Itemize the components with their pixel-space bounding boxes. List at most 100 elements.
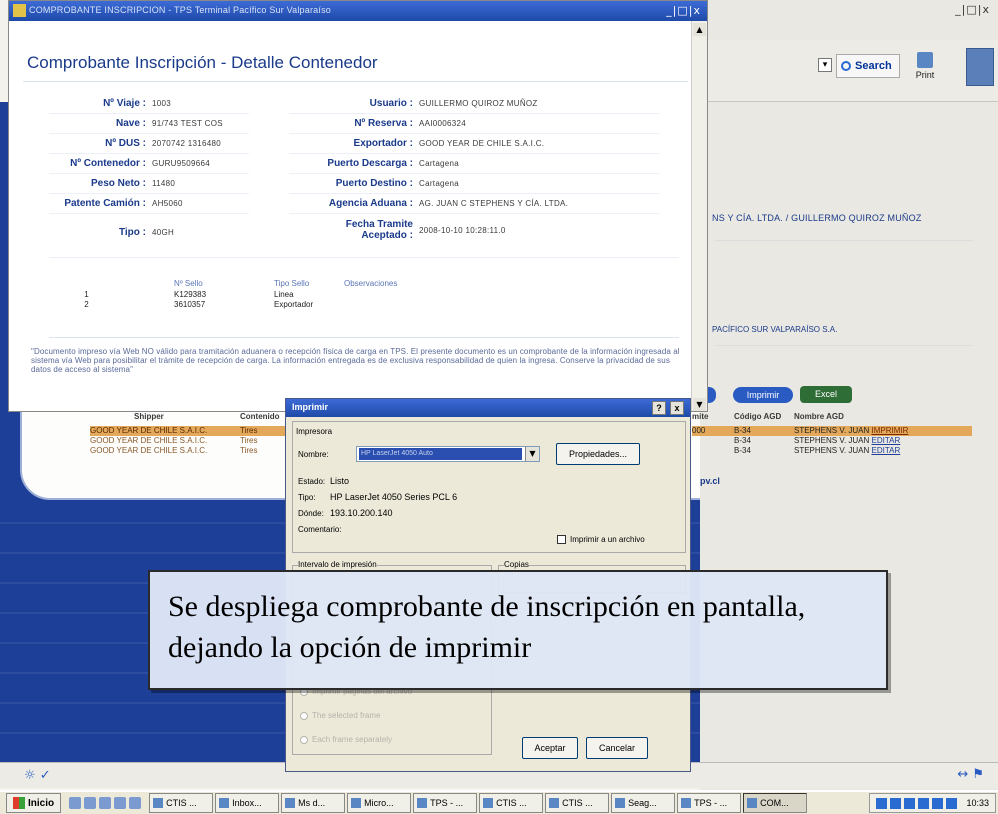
table-cell: STEPHENS V. JUAN EDITAR [794, 436, 972, 446]
table-row[interactable]: GOOD YEAR DE CHILE S.A.I.C. Tires [90, 436, 290, 446]
print-to-file-checkbox[interactable] [557, 535, 566, 544]
accept-button[interactable]: Aceptar [522, 737, 578, 759]
help-button[interactable]: ? [652, 401, 666, 415]
cancel-button[interactable]: Cancelar [586, 737, 648, 759]
taskbar-item[interactable]: CTIS ... [545, 793, 610, 813]
taskbar-item[interactable]: TPS - ... [413, 793, 478, 813]
taskbar-item[interactable]: Ms d... [281, 793, 346, 813]
group-label: Intervalo de impresión [298, 560, 377, 569]
field-label: Exportador : [353, 138, 413, 149]
taskbar-item[interactable]: CTIS ... [479, 793, 544, 813]
app-icon [483, 798, 494, 808]
taskbar-item[interactable]: Micro... [347, 793, 412, 813]
app-icon [615, 798, 626, 808]
taskbar-item[interactable]: CTIS ... [149, 793, 214, 813]
app-icon [153, 798, 164, 808]
field-usuario: Usuario : GUILLERMO QUIROZ MUÑOZ [269, 98, 538, 109]
tray-icon[interactable] [918, 797, 930, 809]
table-cell [692, 436, 734, 446]
field-contenedor: Nº Contenedor : GURU9509664 [9, 158, 210, 169]
tray-icon[interactable] [904, 797, 916, 809]
shipments-table-right: mite Código AGD Nombre AGD 000 B-34 STEP… [692, 412, 972, 456]
status-value: Listo [330, 476, 350, 486]
seal-notes [344, 300, 464, 310]
column-header: Tipo Sello [274, 279, 310, 288]
taskbar-item[interactable]: TPS - ... [677, 793, 742, 813]
field-value: Cartagena [419, 179, 460, 188]
group-label: Copias [504, 560, 529, 569]
field-value: AG. JUAN C STEPHENS Y CÍA. LTDA. [419, 199, 569, 208]
address-dropdown-icon[interactable]: ▾ [818, 58, 832, 72]
dialog-titlebar[interactable]: Imprimir ? x [286, 399, 690, 417]
column-header: Shipper [134, 412, 164, 421]
table-header: Nº Sello Tipo Sello Observaciones [69, 279, 464, 290]
table-row[interactable]: GOOD YEAR DE CHILE S.A.I.C. Tires [90, 426, 290, 436]
row-number: 1 [84, 290, 89, 299]
radio-option[interactable]: The selected frame [300, 711, 380, 720]
field-label: Fecha Tramite Aceptado : [345, 219, 413, 241]
group-label: Impresora [296, 427, 333, 436]
properties-button[interactable]: Propiedades... [556, 443, 640, 465]
divider [49, 257, 679, 258]
quick-launch-icon[interactable] [69, 797, 82, 809]
taskbar-item[interactable]: Seag... [611, 793, 676, 813]
taskbar-item-active[interactable]: COM... [743, 793, 808, 813]
scroll-down-icon[interactable]: ▼ [693, 398, 706, 411]
field-value: 91/743 TEST COS [152, 119, 223, 128]
table-cell: B-34 [734, 426, 751, 435]
table-row[interactable]: B-34 STEPHENS V. JUAN EDITAR [692, 446, 972, 456]
print-to-file-label[interactable]: Imprimir a un archivo [570, 535, 645, 544]
app-icon [351, 798, 362, 808]
excel-button[interactable]: Excel [800, 386, 852, 403]
taskbar-item[interactable]: Inbox... [215, 793, 280, 813]
field-value: GUILLERMO QUIROZ MUÑOZ [419, 99, 538, 108]
window-titlebar[interactable]: COMPROBANTE INSCRIPCION - TPS Terminal P… [9, 1, 707, 21]
field-label: Usuario : [369, 98, 413, 109]
print-button[interactable]: Print [910, 52, 940, 82]
divider [23, 81, 688, 82]
comment-label: Comentario: [298, 525, 342, 534]
editar-link[interactable]: EDITAR [872, 436, 901, 445]
quick-launch-icon[interactable] [129, 797, 142, 809]
agd-name: STEPHENS V. JUAN [794, 436, 870, 445]
seal-notes [344, 290, 464, 300]
tray-icon[interactable] [946, 797, 958, 809]
table-header: mite Código AGD Nombre AGD [692, 412, 972, 426]
tray-icon[interactable] [876, 797, 888, 809]
seals-table: Nº Sello Tipo Sello Observaciones 1 K129… [69, 279, 464, 310]
field-value: AAI0006324 [419, 119, 467, 128]
vertical-scrollbar[interactable]: ▲ ▼ [691, 21, 707, 411]
quick-launch-icon[interactable] [99, 797, 112, 809]
radio-button[interactable] [300, 711, 308, 720]
radio-button[interactable] [300, 735, 308, 744]
chevron-down-icon[interactable]: ▼ [525, 447, 539, 461]
start-button[interactable]: Inicio [6, 793, 62, 813]
table-row: 1 K129383 Linea [69, 290, 464, 300]
imprimir-link[interactable]: IMPRIMIR [872, 426, 909, 435]
divider [715, 240, 973, 241]
window-controls[interactable]: _|□|x [666, 4, 701, 17]
table-row[interactable]: 000 B-34 STEPHENS V. JUAN IMPRIMIR [692, 426, 972, 436]
field-label: Agencia Aduana : [328, 198, 413, 209]
editar-link[interactable]: EDITAR [872, 446, 901, 455]
radio-option[interactable]: Each frame separately [300, 735, 392, 744]
clock[interactable]: 10:33 [966, 798, 989, 808]
search-button[interactable]: Search [836, 54, 900, 78]
scroll-up-icon[interactable]: ▲ [693, 23, 706, 36]
printer-select[interactable]: HP LaserJet 4050 Auto ▼ [356, 446, 540, 462]
close-button[interactable]: x [670, 401, 684, 415]
imprimir-button[interactable]: Imprimir [733, 387, 793, 403]
table-row[interactable]: GOOD YEAR DE CHILE S.A.I.C. Tires [90, 446, 290, 456]
quick-launch-icon[interactable] [114, 797, 127, 809]
field-dus: Nº DUS : 2070742 1316480 [9, 138, 221, 149]
toolbar-extra-icon[interactable] [966, 48, 994, 86]
tray-icon[interactable] [890, 797, 902, 809]
quick-launch-icon[interactable] [84, 797, 97, 809]
field-value: 2008-10-10 10:28:11.0 [419, 225, 506, 235]
tray-icon[interactable] [932, 797, 944, 809]
footer-url[interactable]: pv.cl [700, 476, 720, 486]
field-viaje: Nº Viaje : 1003 [9, 98, 171, 109]
window-controls[interactable]: _|□|x [955, 3, 990, 16]
divider [49, 133, 249, 134]
table-row[interactable]: B-34 STEPHENS V. JUAN EDITAR [692, 436, 972, 446]
